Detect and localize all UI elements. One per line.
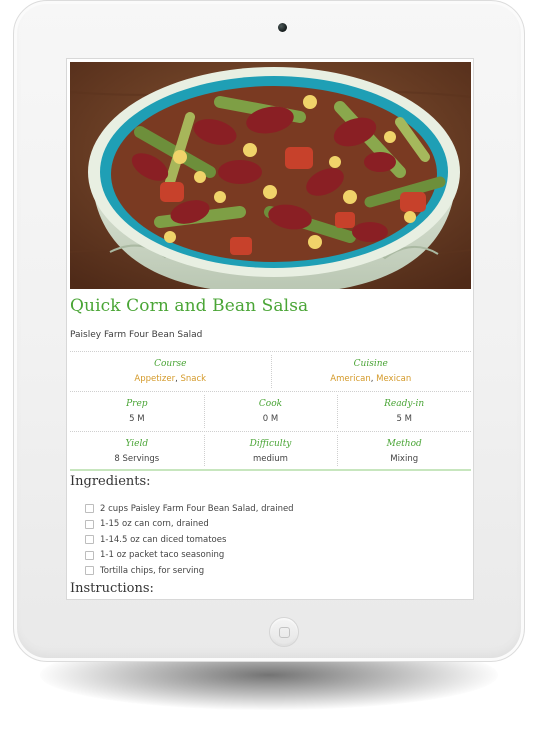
meta-value: 8 Servings [114,454,160,464]
ingredient-item: 1-14.5 oz can diced tomatoes [85,532,465,548]
meta-label: Course [154,359,187,369]
meta-difficulty: Difficulty medium [203,432,338,469]
meta-row-course-cuisine: Course Appetizer, Snack Cuisine American… [70,351,471,391]
meta-prep: Prep 5 M [70,392,204,431]
meta-label: Prep [126,399,148,409]
tablet-screen: Quick Corn and Bean Salsa Paisley Farm F… [66,58,474,600]
meta-yield: Yield 8 Servings [70,432,204,469]
meta-value: medium [253,454,288,464]
meta-value: 5 M [129,414,145,424]
meta-cuisine: Cuisine American, Mexican [270,352,472,391]
ingredient-text: Tortilla chips, for serving [100,565,205,576]
ingredient-checkbox[interactable] [85,566,94,576]
meta-label: Cook [258,399,283,409]
meta-course: Course Appetizer, Snack [70,352,271,391]
ingredients-list: 2 cups Paisley Farm Four Bean Salad, dra… [85,501,465,579]
meta-row-times: Prep 5 M Cook 0 M Ready-in 5 M [70,391,471,431]
instructions-heading: Instructions: [70,581,154,596]
ingredient-text: 1-15 oz can corn, drained [100,519,209,530]
home-button-icon [279,627,290,638]
course-link-snack[interactable]: Snack [181,374,207,384]
ingredient-item: 1-15 oz can corn, drained [85,517,465,533]
meta-value: 5 M [396,414,412,424]
meta-method: Method Mixing [337,432,471,469]
meta-label: Ready-in [384,399,425,409]
meta-cook: Cook 0 M [203,392,338,431]
home-button[interactable] [269,617,299,647]
cuisine-link-american[interactable]: American [330,374,370,384]
ingredient-text: 1-1 oz packet taco seasoning [100,550,225,561]
meta-value: 0 M [262,414,279,424]
ingredient-checkbox[interactable] [85,519,94,529]
ingredient-text: 2 cups Paisley Farm Four Bean Salad, dra… [100,503,294,514]
ingredient-item: 2 cups Paisley Farm Four Bean Salad, dra… [85,501,465,517]
bean-salsa-bowl-image [70,62,471,289]
course-link-appetizer[interactable]: Appetizer [134,374,175,384]
meta-label: Cuisine [353,359,388,369]
ingredients-heading: Ingredients: [70,474,151,489]
meta-ready-in: Ready-in 5 M [337,392,471,431]
meta-row-yield: Yield 8 Servings Difficulty medium Metho… [70,431,471,471]
meta-label: Yield [125,439,149,449]
camera-icon [278,23,287,32]
ingredient-checkbox[interactable] [85,535,94,545]
ingredient-text: 1-14.5 oz can diced tomatoes [100,534,227,545]
recipe-subtitle: Paisley Farm Four Bean Salad [70,330,203,340]
ingredient-item: Tortilla chips, for serving [85,563,465,579]
meta-value: Appetizer, Snack [134,374,207,384]
recipe-photo [70,62,471,289]
meta-label: Method [386,439,422,449]
ingredient-item: 1-1 oz packet taco seasoning [85,548,465,564]
ingredient-checkbox[interactable] [85,550,94,560]
ingredient-checkbox[interactable] [85,504,94,514]
meta-value: Mixing [390,454,419,464]
cuisine-link-mexican[interactable]: Mexican [376,374,411,384]
recipe-title: Quick Corn and Bean Salsa [70,296,309,316]
meta-label: Difficulty [249,439,292,449]
meta-value: American, Mexican [330,374,412,384]
